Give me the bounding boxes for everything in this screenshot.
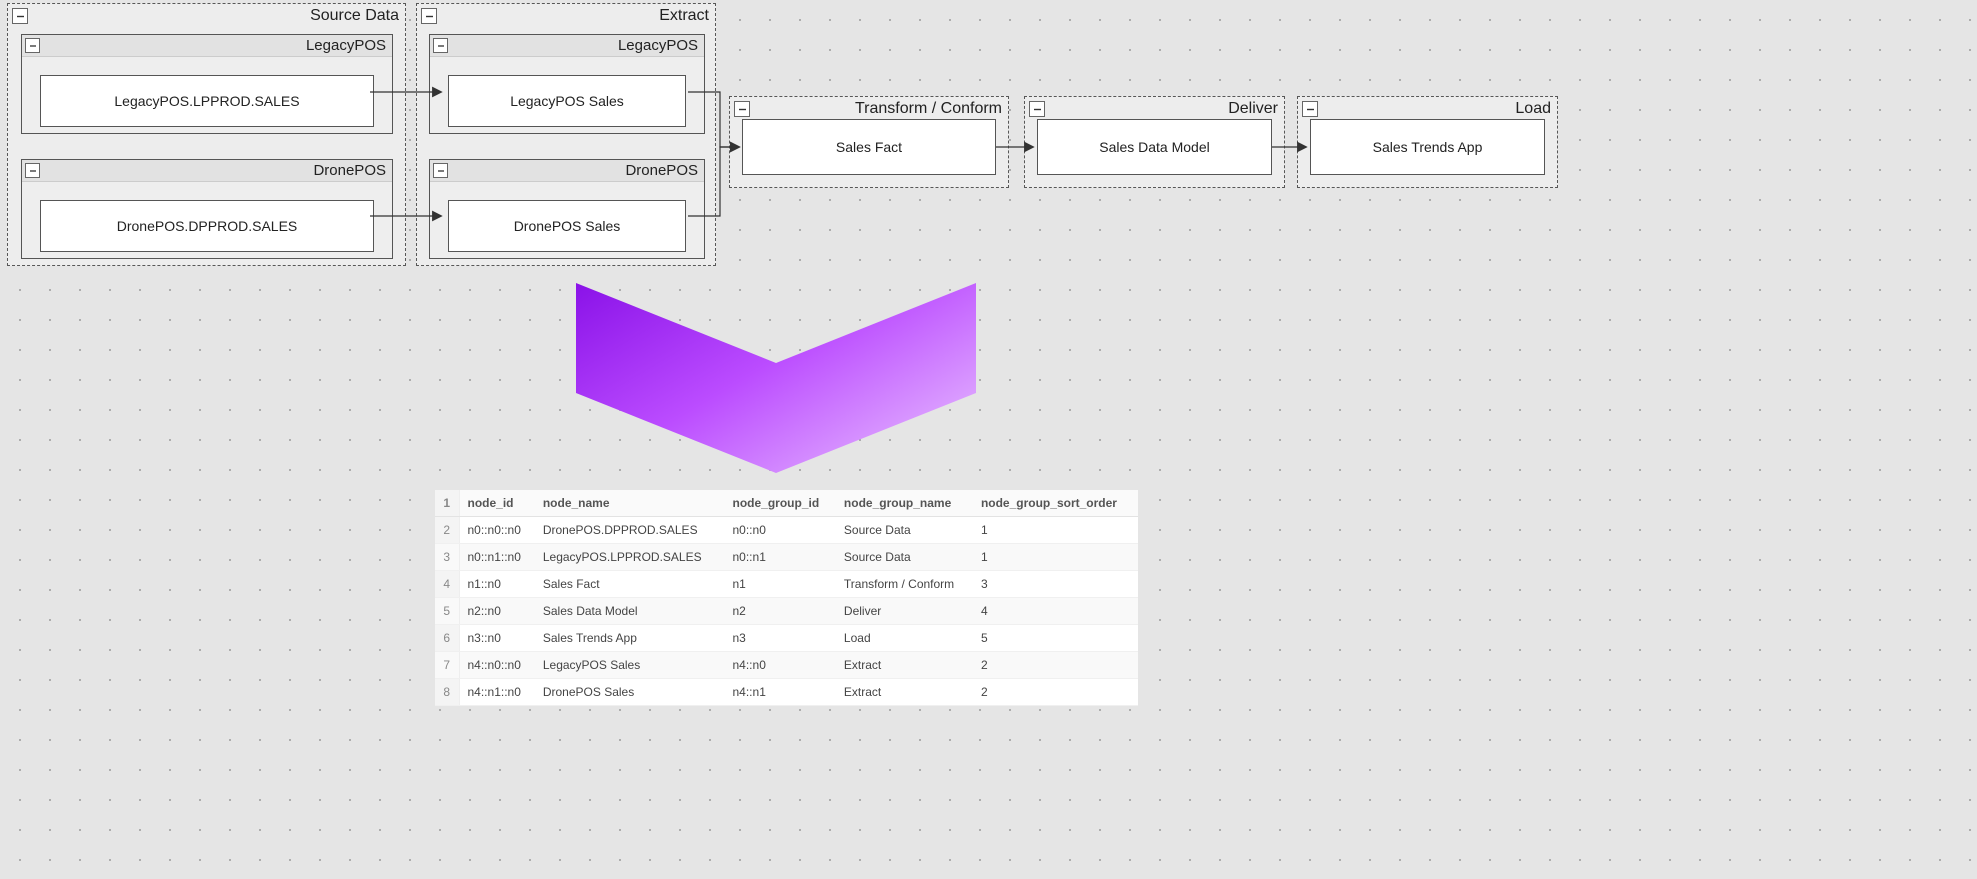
table-cell: LegacyPOS.LPPROD.SALES	[535, 544, 725, 571]
node-label: LegacyPOS Sales	[510, 93, 624, 109]
collapse-icon[interactable]	[421, 8, 437, 24]
th-node-group-id[interactable]: node_group_id	[725, 490, 836, 517]
node-legacypos-lpprod-sales[interactable]: LegacyPOS.LPPROD.SALES	[40, 75, 374, 127]
node-table: 1 node_id node_name node_group_id node_g…	[435, 490, 1138, 706]
node-label: DronePOS Sales	[514, 218, 621, 234]
table-cell: DronePOS Sales	[535, 679, 725, 706]
table-cell: n1	[725, 571, 836, 598]
group-load[interactable]: Load Sales Trends App	[1297, 96, 1558, 188]
subgroup-title: LegacyPOS	[306, 35, 386, 57]
node-dronepos-dpprod-sales[interactable]: DronePOS.DPPROD.SALES	[40, 200, 374, 252]
table-cell: n4::n0::n0	[459, 652, 535, 679]
table-row[interactable]: 2 n0::n0::n0 DronePOS.DPPROD.SALES n0::n…	[435, 517, 1138, 544]
table-cell: Sales Data Model	[535, 598, 725, 625]
table-cell: Deliver	[836, 598, 973, 625]
table-cell: 3	[973, 571, 1138, 598]
table-cell: n2	[725, 598, 836, 625]
table-rownum: 7	[435, 652, 459, 679]
node-sales-data-model[interactable]: Sales Data Model	[1037, 119, 1272, 175]
table-cell: 5	[973, 625, 1138, 652]
node-label: DronePOS.DPPROD.SALES	[117, 218, 298, 234]
table-row[interactable]: 3 n0::n1::n0 LegacyPOS.LPPROD.SALES n0::…	[435, 544, 1138, 571]
table-cell: n4::n1::n0	[459, 679, 535, 706]
table-cell: 1	[973, 544, 1138, 571]
table-cell: n3::n0	[459, 625, 535, 652]
th-node-group-sort-order[interactable]: node_group_sort_order	[973, 490, 1138, 517]
table-rownum: 2	[435, 517, 459, 544]
subgroup-legacypos-extract[interactable]: LegacyPOS LegacyPOS Sales	[429, 34, 705, 134]
group-deliver[interactable]: Deliver Sales Data Model	[1024, 96, 1285, 188]
table-cell: n0::n0	[725, 517, 836, 544]
table-rownum: 8	[435, 679, 459, 706]
table-rownum: 5	[435, 598, 459, 625]
subgroup-title: LegacyPOS	[618, 35, 698, 57]
table-cell: Transform / Conform	[836, 571, 973, 598]
collapse-icon[interactable]	[25, 38, 40, 53]
table-rownum: 6	[435, 625, 459, 652]
node-sales-fact[interactable]: Sales Fact	[742, 119, 996, 175]
th-node-id[interactable]: node_id	[459, 490, 535, 517]
subgroup-title: DronePOS	[313, 160, 386, 182]
node-legacypos-sales[interactable]: LegacyPOS Sales	[448, 75, 686, 127]
group-source-data[interactable]: Source Data LegacyPOS LegacyPOS.LPPROD.S…	[7, 3, 406, 266]
table-cell: LegacyPOS Sales	[535, 652, 725, 679]
collapse-icon[interactable]	[25, 163, 40, 178]
table-row[interactable]: 4 n1::n0 Sales Fact n1 Transform / Confo…	[435, 571, 1138, 598]
table-cell: n2::n0	[459, 598, 535, 625]
table-cell: n3	[725, 625, 836, 652]
collapse-icon[interactable]	[1302, 101, 1318, 117]
table-row[interactable]: 5 n2::n0 Sales Data Model n2 Deliver 4	[435, 598, 1138, 625]
table-cell: Extract	[836, 652, 973, 679]
collapse-icon[interactable]	[433, 38, 448, 53]
collapse-icon[interactable]	[433, 163, 448, 178]
subgroup-dronepos-extract[interactable]: DronePOS DronePOS Sales	[429, 159, 705, 259]
table-cell: n4::n0	[725, 652, 836, 679]
table-rownum: 4	[435, 571, 459, 598]
group-extract[interactable]: Extract LegacyPOS LegacyPOS Sales DroneP…	[416, 3, 716, 266]
table-row[interactable]: 7 n4::n0::n0 LegacyPOS Sales n4::n0 Extr…	[435, 652, 1138, 679]
table-cell: Source Data	[836, 544, 973, 571]
subgroup-legacypos-source[interactable]: LegacyPOS LegacyPOS.LPPROD.SALES	[21, 34, 393, 134]
subgroup-title: DronePOS	[625, 160, 698, 182]
table-cell: 2	[973, 652, 1138, 679]
collapse-icon[interactable]	[734, 101, 750, 117]
th-node-name[interactable]: node_name	[535, 490, 725, 517]
table-cell: n0::n0::n0	[459, 517, 535, 544]
node-sales-trends-app[interactable]: Sales Trends App	[1310, 119, 1545, 175]
table-cell: n0::n1	[725, 544, 836, 571]
chevron-down-icon	[576, 283, 976, 473]
table-cell: 1	[973, 517, 1138, 544]
collapse-icon[interactable]	[12, 8, 28, 24]
table-cell: Sales Trends App	[535, 625, 725, 652]
table-cell: DronePOS.DPPROD.SALES	[535, 517, 725, 544]
table-body: 2 n0::n0::n0 DronePOS.DPPROD.SALES n0::n…	[435, 517, 1138, 706]
table-row[interactable]: 8 n4::n1::n0 DronePOS Sales n4::n1 Extra…	[435, 679, 1138, 706]
table-row[interactable]: 6 n3::n0 Sales Trends App n3 Load 5	[435, 625, 1138, 652]
node-label: Sales Trends App	[1373, 139, 1483, 155]
collapse-icon[interactable]	[1029, 101, 1045, 117]
table-header-row: 1 node_id node_name node_group_id node_g…	[435, 490, 1138, 517]
table-cell: n1::n0	[459, 571, 535, 598]
subgroup-dronepos-source[interactable]: DronePOS DronePOS.DPPROD.SALES	[21, 159, 393, 259]
group-transform-conform[interactable]: Transform / Conform Sales Fact	[729, 96, 1009, 188]
node-label: Sales Data Model	[1099, 139, 1210, 155]
node-label: LegacyPOS.LPPROD.SALES	[114, 93, 299, 109]
node-label: Sales Fact	[836, 139, 902, 155]
table-rownum-header: 1	[435, 490, 459, 517]
table-cell: 4	[973, 598, 1138, 625]
th-node-group-name[interactable]: node_group_name	[836, 490, 973, 517]
node-dronepos-sales[interactable]: DronePOS Sales	[448, 200, 686, 252]
table-cell: Extract	[836, 679, 973, 706]
group-title: Extract	[417, 4, 715, 28]
table-cell: Load	[836, 625, 973, 652]
table-cell: Source Data	[836, 517, 973, 544]
group-title: Source Data	[8, 4, 405, 28]
table-cell: n4::n1	[725, 679, 836, 706]
table-cell: n0::n1::n0	[459, 544, 535, 571]
table-cell: Sales Fact	[535, 571, 725, 598]
table-rownum: 3	[435, 544, 459, 571]
table-cell: 2	[973, 679, 1138, 706]
